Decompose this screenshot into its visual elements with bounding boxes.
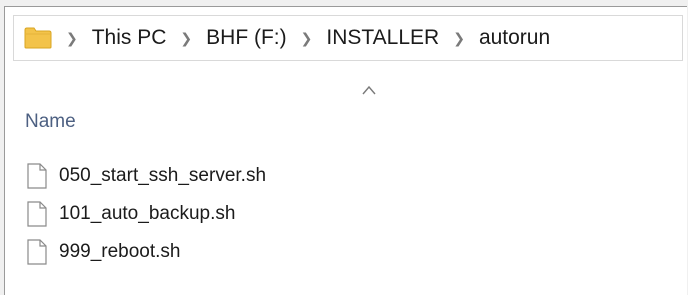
address-bar[interactable]: ❯ This PC ❯ BHF (F:) ❯ INSTALLER ❯ autor… bbox=[13, 15, 683, 61]
breadcrumb-drive[interactable]: BHF (F:) bbox=[206, 26, 286, 50]
chevron-right-icon[interactable]: ❯ bbox=[180, 30, 192, 47]
file-icon bbox=[27, 201, 47, 227]
file-name: 999_reboot.sh bbox=[59, 241, 181, 262]
breadcrumb-this-pc[interactable]: This PC bbox=[92, 26, 167, 50]
breadcrumb-installer[interactable]: INSTALLER bbox=[326, 26, 439, 50]
file-name: 050_start_ssh_server.sh bbox=[59, 165, 267, 186]
chevron-right-icon[interactable]: ❯ bbox=[453, 30, 465, 47]
explorer-window: ❯ This PC ❯ BHF (F:) ❯ INSTALLER ❯ autor… bbox=[4, 6, 687, 295]
chevron-right-icon[interactable]: ❯ bbox=[66, 30, 78, 47]
list-item[interactable]: 999_reboot.sh bbox=[27, 233, 266, 271]
sort-ascending-icon bbox=[362, 85, 376, 95]
list-item[interactable]: 050_start_ssh_server.sh bbox=[27, 157, 266, 195]
file-name: 101_auto_backup.sh bbox=[59, 203, 236, 224]
list-item[interactable]: 101_auto_backup.sh bbox=[27, 195, 266, 233]
chevron-right-icon[interactable]: ❯ bbox=[301, 30, 313, 47]
breadcrumb: ❯ This PC ❯ BHF (F:) ❯ INSTALLER ❯ autor… bbox=[66, 16, 550, 60]
file-list: 050_start_ssh_server.sh 101_auto_backup.… bbox=[27, 157, 266, 271]
file-icon bbox=[27, 239, 47, 265]
folder-icon bbox=[24, 27, 52, 49]
file-icon bbox=[27, 163, 47, 189]
breadcrumb-autorun[interactable]: autorun bbox=[479, 26, 550, 50]
column-header-name[interactable]: Name bbox=[25, 111, 76, 133]
